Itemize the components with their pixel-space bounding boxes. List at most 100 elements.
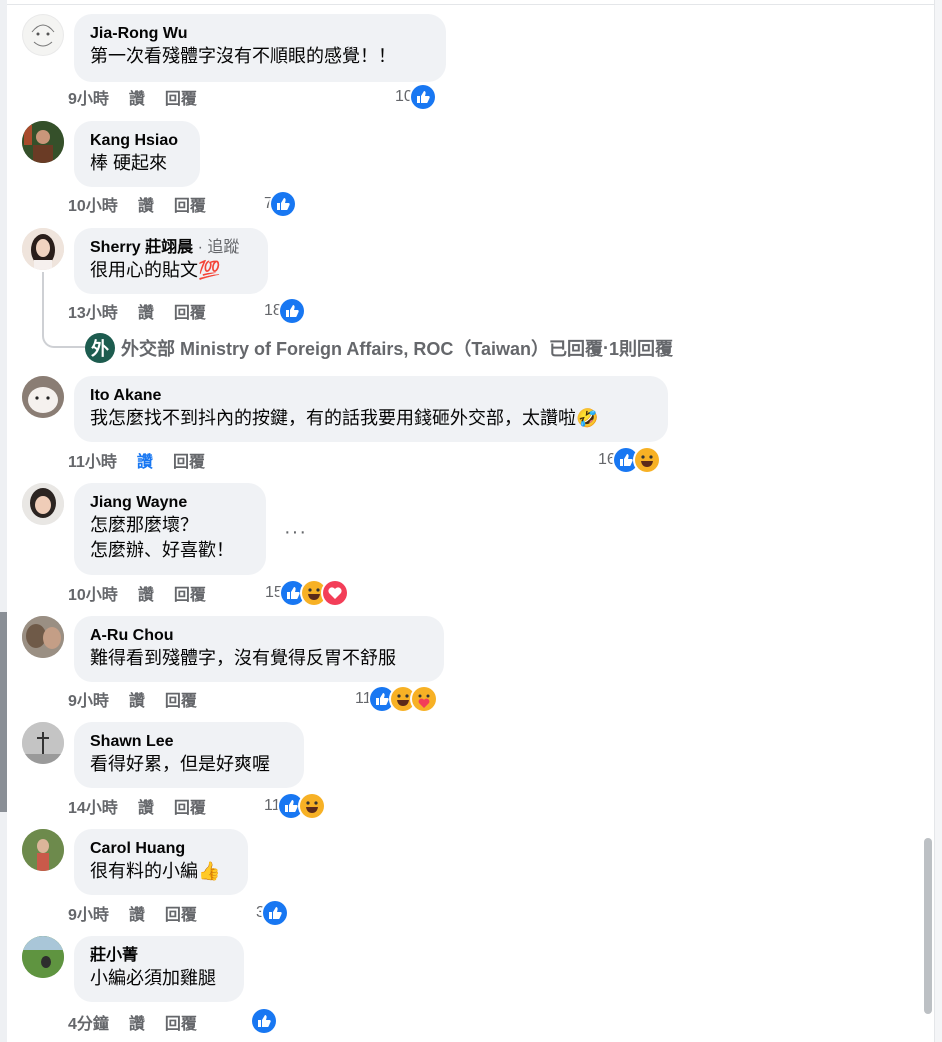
reaction-summary[interactable]: 11 [355,686,436,712]
avatar[interactable] [22,14,64,56]
comment-author[interactable]: Kang Hsiao [90,130,185,151]
comment-author[interactable]: A-Ru Chou [90,625,429,646]
haha-icon [299,794,324,818]
comment-author[interactable]: Ito Akane [90,385,653,406]
reply-count: 1則回覆 [609,339,674,359]
reply-button[interactable]: 回覆 [174,794,206,818]
comment-author-line: Sherry 莊翊晨 · 追蹤 [90,237,253,258]
comment-time[interactable]: 9小時 [68,687,109,711]
comment-author[interactable]: Shawn Lee [90,731,289,752]
reply-button[interactable]: 回覆 [165,901,197,925]
comment-bubble[interactable]: 莊小菁 小編必須加雞腿 [74,936,244,1002]
comment-author[interactable]: 莊小菁 [90,945,229,966]
comment-text-line: 怎麼那麼壞？ [90,515,198,535]
like-button[interactable]: 讚 [138,581,154,605]
comment-text: 棒 硬起來 [90,153,168,173]
comment-text-line: 怎麼辦、好喜歡！ [90,540,234,560]
avatar[interactable] [22,936,64,978]
more-options-icon[interactable]: ··· [284,521,307,544]
comment-actions: 13小時 讚 回覆 [68,299,226,323]
comment-bubble[interactable]: Kang Hsiao 棒 硬起來 [74,121,200,187]
mofa-logo: 外 [85,333,115,363]
comment-bubble[interactable]: Sherry 莊翊晨 · 追蹤 很用心的貼文💯 [74,228,268,294]
reply-button[interactable]: 回覆 [174,299,206,323]
reply-button[interactable]: 回覆 [173,448,205,472]
view-replies-link[interactable]: 外 外交部 Ministry of Foreign Affairs, ROC（T… [85,333,673,363]
comment-text: 第一次看殘體字沒有不順眼的感覺！！ [90,46,396,66]
like-icon [262,901,287,925]
comment-bubble[interactable]: A-Ru Chou 難得看到殘體字，沒有覺得反胃不舒服 [74,616,444,682]
like-button[interactable]: 讚 [138,794,154,818]
comment-time[interactable]: 10小時 [68,192,118,216]
top-divider [7,0,934,5]
comment-time[interactable]: 9小時 [68,85,109,109]
comment-time[interactable]: 4分鐘 [68,1010,109,1034]
reply-action: 已回覆 [549,339,604,359]
scrollbar-thumb[interactable] [924,838,932,1014]
left-edge-shadow [0,612,7,812]
reply-button[interactable]: 回覆 [165,687,197,711]
like-button[interactable]: 讚 [129,687,145,711]
comment-text: 小編必須加雞腿 [90,968,216,988]
comment-actions: 10小時 讚 回覆 [68,581,226,605]
comment-bubble[interactable]: Jia-Rong Wu 第一次看殘體字沒有不順眼的感覺！！ [74,14,446,82]
comment-author[interactable]: Jiang Wayne [90,492,251,513]
comment-author[interactable]: Sherry 莊翊晨 [90,239,193,256]
comment-bubble[interactable]: Carol Huang 很有料的小編👍 [74,829,248,895]
like-button[interactable]: 讚 [129,85,145,109]
like-icon [252,1009,276,1033]
avatar[interactable] [22,616,64,658]
comment-time[interactable]: 13小時 [68,299,118,323]
left-edge-strip [0,0,7,1042]
comment-actions: 10小時 讚 回覆 [68,192,226,216]
reaction-summary[interactable]: 16 [598,447,659,473]
avatar[interactable] [22,228,64,270]
like-button[interactable]: 讚 [129,1010,145,1034]
reply-button[interactable]: 回覆 [165,85,197,109]
comment-actions: 9小時 讚 回覆 [68,687,217,711]
comment-bubble[interactable]: Jiang Wayne 怎麼那麼壞？ 怎麼辦、好喜歡！ [74,483,266,575]
like-icon [270,192,295,216]
comment-text: 看得好累，但是好爽喔 [90,754,270,774]
reply-button[interactable]: 回覆 [165,1010,197,1034]
comment-actions: 14小時 讚 回覆 [68,794,226,818]
like-button[interactable]: 讚 [138,299,154,323]
avatar[interactable] [22,483,64,525]
comment-text: 難得看到殘體字，沒有覺得反胃不舒服 [90,648,396,668]
reaction-summary[interactable]: 15 [265,580,347,606]
reaction-summary[interactable]: 10 [395,84,435,110]
scrollbar-track[interactable] [934,0,942,1042]
like-button[interactable]: 讚 [137,448,153,472]
avatar[interactable] [22,121,64,163]
reply-button[interactable]: 回覆 [174,192,206,216]
comment-actions: 11小時 讚 回覆 [68,448,225,472]
care-icon [411,687,436,711]
comment-time[interactable]: 9小時 [68,901,109,925]
comment-time[interactable]: 10小時 [68,581,118,605]
like-button[interactable]: 讚 [129,901,145,925]
comment-time[interactable]: 14小時 [68,794,118,818]
avatar[interactable] [22,376,64,418]
haha-icon [634,448,659,472]
avatar[interactable] [22,722,64,764]
comment-text: 很有料的小編👍 [90,861,221,881]
follow-link[interactable]: 追蹤 [207,239,239,256]
heart-icon [322,581,347,605]
comment-author[interactable]: Jia-Rong Wu [90,23,431,44]
like-button[interactable]: 讚 [138,192,154,216]
comment-actions: 4分鐘 讚 回覆 [68,1010,217,1034]
reaction-summary[interactable] [252,1008,276,1034]
reaction-summary[interactable]: 18 [264,298,304,324]
like-icon [279,299,304,323]
comment-bubble[interactable]: Shawn Lee 看得好累，但是好爽喔 [74,722,304,788]
comment-author[interactable]: Carol Huang [90,838,233,859]
reaction-summary[interactable]: 3 [256,900,287,926]
reaction-summary[interactable]: 11 [264,793,324,819]
comment-actions: 9小時 讚 回覆 [68,901,217,925]
comment-time[interactable]: 11小時 [68,448,117,472]
comment-text: 很用心的貼文💯 [90,260,221,280]
reply-button[interactable]: 回覆 [174,581,206,605]
comment-bubble[interactable]: Ito Akane 我怎麼找不到抖內的按鍵，有的話我要用錢砸外交部，太讚啦🤣 [74,376,668,442]
avatar[interactable] [22,829,64,871]
reaction-summary[interactable]: 7 [264,191,295,217]
